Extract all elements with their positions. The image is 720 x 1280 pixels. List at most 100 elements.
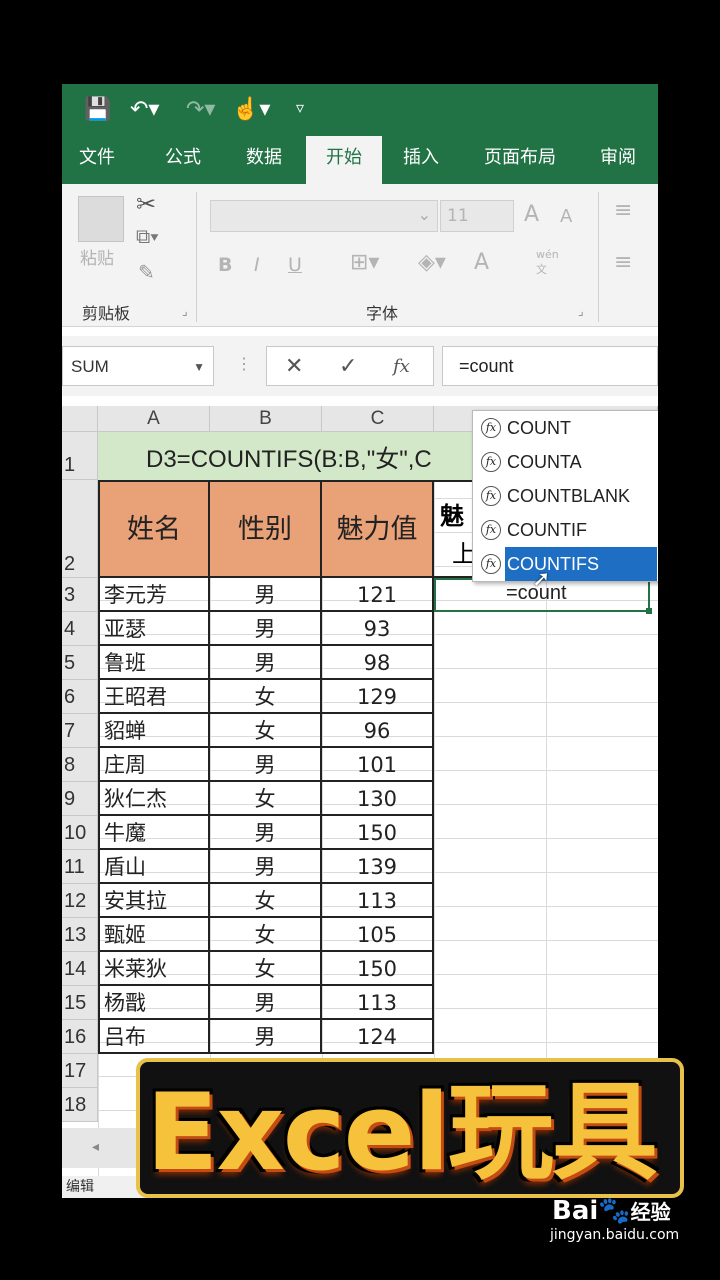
paste-label[interactable]: 粘贴 bbox=[80, 244, 114, 269]
cell-charm[interactable]: 93 bbox=[322, 612, 434, 646]
cell-name[interactable]: 盾山 bbox=[98, 850, 210, 884]
name-box[interactable]: SUM ▼ bbox=[62, 346, 214, 386]
cell-name[interactable]: 安其拉 bbox=[98, 884, 210, 918]
phonetic-guide-icon[interactable]: wén 文 bbox=[536, 248, 559, 277]
font-name-select[interactable]: ⌄ bbox=[210, 200, 438, 232]
cell-name[interactable]: 亚瑟 bbox=[98, 612, 210, 646]
row-header[interactable]: 14 bbox=[62, 952, 98, 986]
font-color-button[interactable]: A bbox=[474, 250, 489, 275]
cell-gender[interactable]: 女 bbox=[210, 952, 322, 986]
column-header-b[interactable]: B bbox=[210, 406, 322, 432]
fill-color-icon[interactable]: ◈▾ bbox=[418, 250, 446, 275]
autocomplete-item-countif[interactable]: fx COUNTIF bbox=[473, 513, 658, 547]
header-charm[interactable]: 魅力值 bbox=[322, 480, 434, 578]
customize-qat-icon[interactable]: ▿ bbox=[296, 96, 304, 122]
fill-handle[interactable] bbox=[646, 608, 652, 614]
cell-charm[interactable]: 129 bbox=[322, 680, 434, 714]
underline-button[interactable]: U bbox=[288, 254, 302, 276]
header-name[interactable]: 姓名 bbox=[98, 480, 210, 578]
cell-name[interactable]: 李元芳 bbox=[98, 578, 210, 612]
cell-name[interactable]: 狄仁杰 bbox=[98, 782, 210, 816]
paste-icon[interactable] bbox=[78, 196, 124, 242]
tab-formulas[interactable]: 公式 bbox=[148, 136, 218, 184]
row-header[interactable]: 11 bbox=[62, 850, 98, 884]
bold-button[interactable]: B bbox=[218, 254, 232, 276]
row-header[interactable]: 16 bbox=[62, 1020, 98, 1054]
row-header[interactable]: 8 bbox=[62, 748, 98, 782]
scroll-left-icon[interactable]: ◂ bbox=[92, 1138, 99, 1155]
row-header[interactable]: 9 bbox=[62, 782, 98, 816]
copy-icon[interactable]: ⧉▾ bbox=[136, 226, 159, 249]
select-all-corner[interactable] bbox=[62, 406, 98, 432]
decrease-font-size-button[interactable]: A bbox=[560, 206, 572, 227]
tab-file[interactable]: 文件 bbox=[62, 136, 132, 184]
tab-data[interactable]: 数据 bbox=[228, 136, 300, 184]
undo-icon[interactable]: ↶▾ bbox=[130, 96, 159, 122]
cell-gender[interactable]: 女 bbox=[210, 714, 322, 748]
font-launcher-icon[interactable]: ⌟ bbox=[578, 304, 584, 318]
tab-review[interactable]: 审阅 bbox=[588, 136, 648, 184]
row-header[interactable]: 10 bbox=[62, 816, 98, 850]
cell-gender[interactable]: 女 bbox=[210, 782, 322, 816]
cell-gender[interactable]: 男 bbox=[210, 646, 322, 680]
align-left-icon[interactable]: ≡ bbox=[614, 250, 632, 275]
formula-input[interactable]: =count bbox=[442, 346, 658, 386]
cell-charm[interactable]: 101 bbox=[322, 748, 434, 782]
cell-charm[interactable]: 113 bbox=[322, 986, 434, 1020]
cell-name[interactable]: 杨戬 bbox=[98, 986, 210, 1020]
cell-charm[interactable]: 130 bbox=[322, 782, 434, 816]
enter-icon[interactable]: ✓ bbox=[339, 353, 357, 379]
row-header[interactable]: 15 bbox=[62, 986, 98, 1020]
cell-charm[interactable]: 105 bbox=[322, 918, 434, 952]
format-painter-icon[interactable]: ✎ bbox=[138, 260, 155, 285]
cell-name[interactable]: 鲁班 bbox=[98, 646, 210, 680]
header-gender[interactable]: 性别 bbox=[210, 480, 322, 578]
row-header[interactable]: 1 bbox=[62, 432, 98, 480]
cell-name[interactable]: 牛魔 bbox=[98, 816, 210, 850]
increase-font-size-button[interactable]: A bbox=[524, 202, 539, 227]
italic-button[interactable]: I bbox=[254, 254, 260, 276]
cell-name[interactable]: 庄周 bbox=[98, 748, 210, 782]
tab-page-layout[interactable]: 页面布局 bbox=[470, 136, 570, 184]
row-header[interactable]: 4 bbox=[62, 612, 98, 646]
cell-charm[interactable]: 121 bbox=[322, 578, 434, 612]
cell-name[interactable]: 米莱狄 bbox=[98, 952, 210, 986]
autocomplete-item-count[interactable]: fx COUNT bbox=[473, 411, 658, 445]
cell-gender[interactable]: 男 bbox=[210, 986, 322, 1020]
borders-icon[interactable]: ⊞▾ bbox=[350, 250, 379, 275]
title-cell[interactable]: D3=COUNTIFS(B:B,"女",C bbox=[98, 432, 478, 480]
cell-gender[interactable]: 男 bbox=[210, 612, 322, 646]
cell-gender[interactable]: 男 bbox=[210, 816, 322, 850]
cell-name[interactable]: 貂蝉 bbox=[98, 714, 210, 748]
clipboard-launcher-icon[interactable]: ⌟ bbox=[182, 304, 188, 318]
tab-home[interactable]: 开始 bbox=[306, 136, 382, 184]
cell-name[interactable]: 甄姬 bbox=[98, 918, 210, 952]
font-size-select[interactable]: 11 bbox=[440, 200, 514, 232]
cell-charm[interactable]: 98 bbox=[322, 646, 434, 680]
autocomplete-item-countblank[interactable]: fx COUNTBLANK bbox=[473, 479, 658, 513]
cell-gender[interactable]: 女 bbox=[210, 884, 322, 918]
cell-gender[interactable]: 男 bbox=[210, 850, 322, 884]
row-header[interactable]: 17 bbox=[62, 1054, 98, 1088]
header-d-partial[interactable]: 魅 上 bbox=[434, 480, 476, 578]
save-icon[interactable]: 💾 bbox=[84, 96, 111, 122]
column-header-c[interactable]: C bbox=[322, 406, 434, 432]
row-header[interactable]: 3 bbox=[62, 578, 98, 612]
cut-icon[interactable]: ✂ bbox=[136, 190, 156, 219]
cell-gender[interactable]: 男 bbox=[210, 748, 322, 782]
cell-gender[interactable]: 女 bbox=[210, 680, 322, 714]
row-header[interactable]: 2 bbox=[62, 480, 98, 578]
cell-charm[interactable]: 150 bbox=[322, 816, 434, 850]
row-header[interactable]: 6 bbox=[62, 680, 98, 714]
cell-charm[interactable]: 139 bbox=[322, 850, 434, 884]
row-header[interactable]: 18 bbox=[62, 1088, 98, 1122]
cell-charm[interactable]: 96 bbox=[322, 714, 434, 748]
drag-handle-icon[interactable]: ⋮ bbox=[236, 354, 252, 374]
tab-insert[interactable]: 插入 bbox=[386, 136, 456, 184]
align-top-icon[interactable]: ≡ bbox=[614, 198, 632, 223]
autocomplete-item-countifs[interactable]: fx COUNTIFS bbox=[473, 547, 658, 581]
cell-charm[interactable]: 150 bbox=[322, 952, 434, 986]
redo-icon[interactable]: ↷▾ bbox=[186, 96, 215, 122]
cell-charm[interactable]: 113 bbox=[322, 884, 434, 918]
row-header[interactable]: 7 bbox=[62, 714, 98, 748]
